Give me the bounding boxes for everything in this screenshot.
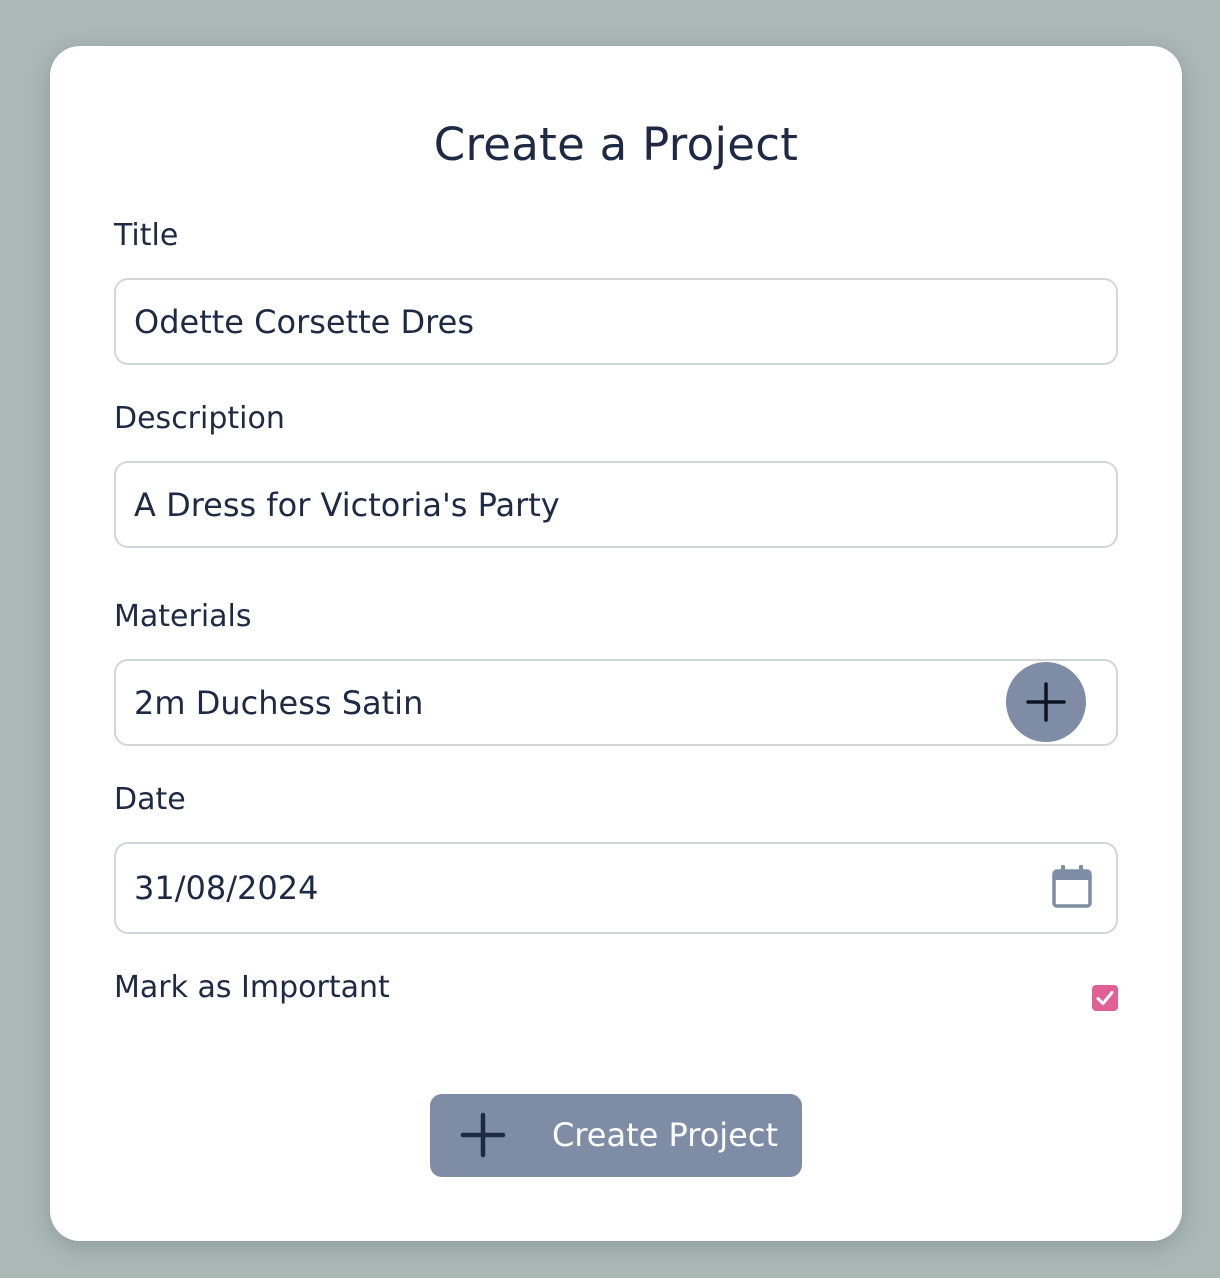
materials-label: Materials (114, 599, 252, 634)
important-checkbox[interactable] (1092, 985, 1118, 1011)
add-material-button[interactable] (1006, 662, 1086, 742)
date-input[interactable] (114, 842, 1118, 934)
page-title: Create a Project (433, 118, 799, 171)
important-label: Mark as Important (114, 970, 390, 1005)
materials-input[interactable] (114, 659, 1118, 746)
create-project-button[interactable]: Create Project (430, 1094, 802, 1177)
plus-icon (460, 1112, 506, 1158)
create-project-card: Create a Project Title Description Mater… (50, 46, 1182, 1241)
date-label: Date (114, 782, 186, 817)
calendar-icon[interactable] (1051, 864, 1093, 910)
create-project-label: Create Project (552, 1116, 778, 1154)
description-input[interactable] (114, 461, 1118, 548)
checkmark-icon (1096, 991, 1114, 1005)
description-label: Description (114, 401, 285, 436)
title-input[interactable] (114, 278, 1118, 365)
title-label: Title (114, 218, 179, 253)
plus-icon (1026, 682, 1066, 722)
